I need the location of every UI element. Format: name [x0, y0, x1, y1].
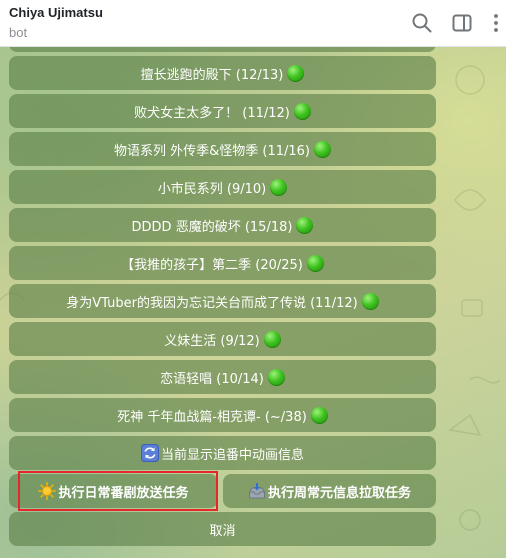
refresh-info-button[interactable]: 当前显示追番中动画信息: [9, 436, 436, 470]
refresh-label: 当前显示追番中动画信息: [160, 447, 304, 463]
anime-label: 败犬女主太多了！ (11/12): [134, 105, 290, 121]
green-circle-icon: [296, 216, 314, 234]
green-circle-icon: [270, 178, 288, 196]
sidebar-toggle-icon[interactable]: [450, 11, 474, 35]
anime-label: 【我推的孩子】第二季 (20/25): [121, 257, 303, 273]
anime-button-8[interactable]: 恋语轻唱 (10/14): [9, 360, 436, 394]
anime-button-7[interactable]: 义妹生活 (9/12): [9, 322, 436, 356]
anime-button-0[interactable]: 擅长逃跑的殿下 (12/13): [9, 56, 436, 90]
anime-label: 物语系列 外传季&怪物季 (11/16): [113, 143, 310, 159]
anime-button-5[interactable]: 【我推的孩子】第二季 (20/25): [9, 246, 436, 280]
more-vertical-icon[interactable]: [484, 11, 506, 35]
daily-task-label: 执行日常番剧放送任务: [58, 485, 189, 501]
cancel-label: 取消: [209, 523, 236, 539]
anime-button-4[interactable]: DDDD 恶魔的破坏 (15/18): [9, 208, 436, 242]
anime-label: 小市民系列 (9/10): [157, 181, 267, 197]
anime-label: DDDD 恶魔的破坏 (15/18): [131, 219, 293, 235]
green-circle-icon: [267, 368, 285, 386]
cancel-button[interactable]: 取消: [9, 512, 436, 546]
anime-label: 义妹生活 (9/12): [164, 333, 260, 349]
chat-subtitle: bot: [9, 25, 28, 40]
green-circle-icon: [361, 292, 379, 310]
anime-label: 死神 千年血战篇-相克谭- (~/38): [117, 409, 307, 425]
green-circle-icon: [310, 406, 328, 424]
anime-button-1[interactable]: 败犬女主太多了！ (11/12): [9, 94, 436, 128]
anime-button-6[interactable]: 身为VTuber的我因为忘记关台而成了传说 (11/12): [9, 284, 436, 318]
inbox-tray-icon: [248, 483, 265, 499]
green-circle-icon: [314, 140, 331, 158]
sun-icon: [38, 482, 57, 500]
green-circle-icon: [293, 102, 311, 120]
refresh-icon: [140, 444, 159, 462]
anime-button-3[interactable]: 小市民系列 (9/10): [9, 170, 436, 204]
weekly-task-button[interactable]: 执行周常元信息拉取任务: [223, 474, 436, 508]
green-circle-icon: [287, 64, 305, 82]
anime-button-9[interactable]: 死神 千年血战篇-相克谭- (~/38): [9, 398, 436, 432]
weekly-task-label: 执行周常元信息拉取任务: [267, 485, 411, 501]
chat-title[interactable]: Chiya Ujimatsu: [9, 5, 103, 20]
search-icon[interactable]: [410, 11, 434, 35]
anime-button-2[interactable]: 物语系列 外传季&怪物季 (11/16): [9, 132, 436, 166]
green-circle-icon: [306, 254, 324, 272]
anime-label: 擅长逃跑的殿下 (12/13): [140, 67, 284, 83]
green-circle-icon: [263, 330, 281, 348]
anime-label: 恋语轻唱 (10/14): [160, 371, 264, 387]
daily-task-button[interactable]: 执行日常番剧放送任务: [9, 474, 218, 508]
anime-label: 身为VTuber的我因为忘记关台而成了传说 (11/12): [66, 295, 358, 311]
chat-header: Chiya Ujimatsu bot: [0, 0, 506, 47]
